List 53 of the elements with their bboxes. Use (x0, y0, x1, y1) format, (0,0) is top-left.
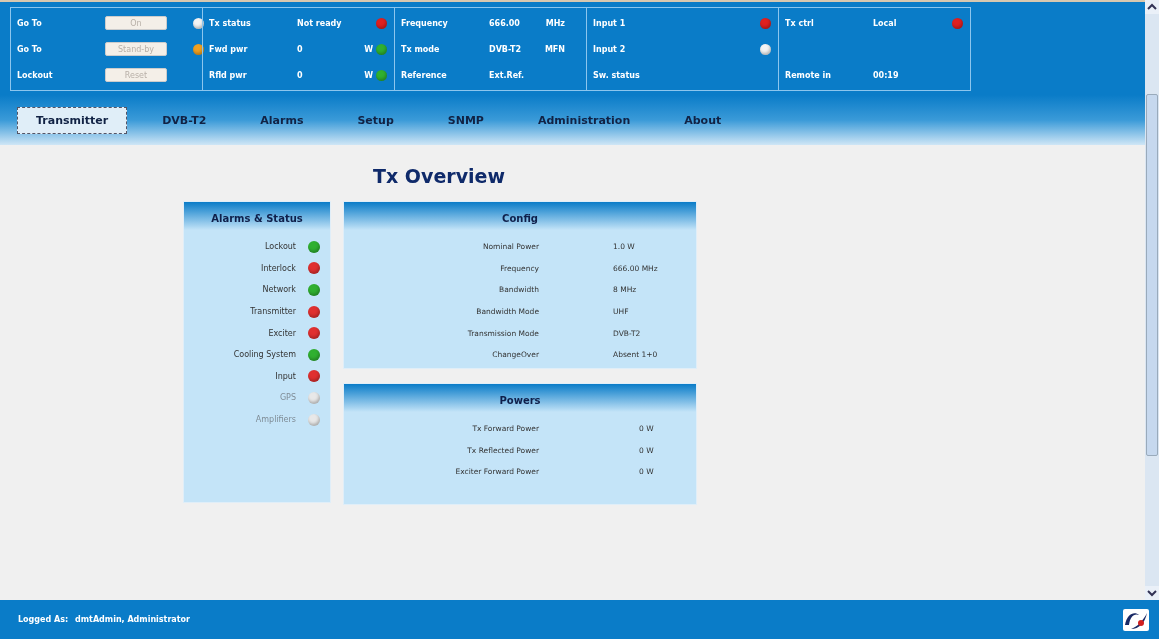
panel-header: Powers (344, 384, 696, 412)
status-label: Go To (17, 18, 43, 28)
nav-tab[interactable]: SNMP (428, 106, 503, 134)
status-value: 00:19 (873, 70, 900, 80)
status-value: Ext.Ref. (489, 70, 526, 80)
status-value: DVB-T2 (489, 44, 523, 54)
status-label: Frequency (401, 18, 449, 28)
status-value: Local (873, 18, 898, 28)
status-label: Go To (17, 44, 43, 54)
page-title: Tx Overview (372, 165, 506, 187)
panel-header: Config (344, 202, 696, 230)
unit-label: W (363, 70, 374, 80)
unit-label: MFN (543, 44, 566, 54)
nav-tab[interactable]: DVB-T2 (143, 106, 226, 134)
nav-tab[interactable]: About (665, 106, 741, 134)
scrollbar[interactable] (1145, 0, 1159, 600)
alarm-label: GPS (279, 393, 296, 403)
panel-header: Alarms & Status (184, 202, 330, 230)
alarm-label: Exciter (268, 328, 296, 338)
scroll-up-icon[interactable] (1145, 0, 1159, 14)
logo-icon (1123, 608, 1149, 631)
nav-tab[interactable]: Alarms (241, 106, 323, 134)
scroll-thumb[interactable] (1146, 94, 1158, 456)
scroll-down-icon[interactable] (1145, 586, 1159, 600)
nav-tab[interactable]: Transmitter (17, 106, 128, 134)
status-value: 666.00 (489, 18, 521, 28)
alarm-label: Amplifiers (255, 415, 296, 425)
alarm-label: Cooling System (233, 350, 296, 360)
status-label: Lockout (17, 70, 54, 80)
alarm-label: Interlock (261, 263, 296, 273)
nav-tab[interactable]: Setup (338, 106, 413, 134)
status-label: Rfld pwr (209, 70, 248, 80)
status-value: 0 (297, 44, 304, 54)
footer-label: Logged As: (18, 615, 70, 624)
alarm-label: Lockout (264, 242, 296, 252)
alarm-label: Input (275, 371, 296, 381)
status-label: Reference (401, 70, 448, 80)
status-value: 0 (297, 70, 304, 80)
status-label: Tx mode (401, 44, 441, 54)
alarm-label: Transmitter (250, 307, 296, 317)
unit-label: W (363, 44, 374, 54)
logged-user: dmtAdmin, Administrator (75, 615, 192, 624)
status-label: Input 1 (593, 18, 627, 28)
status-label: Sw. status (593, 70, 641, 80)
alarm-label: Network (262, 285, 296, 295)
status-label: Input 2 (593, 44, 627, 54)
nav-tab[interactable]: Administration (518, 106, 650, 134)
status-label: Tx ctrl (785, 18, 815, 28)
status-value: Not ready (297, 18, 343, 28)
unit-label: MHz (544, 18, 566, 28)
status-label: Fwd pwr (209, 44, 249, 54)
status-label: Tx status (209, 18, 252, 28)
status-label: Remote in (785, 70, 832, 80)
